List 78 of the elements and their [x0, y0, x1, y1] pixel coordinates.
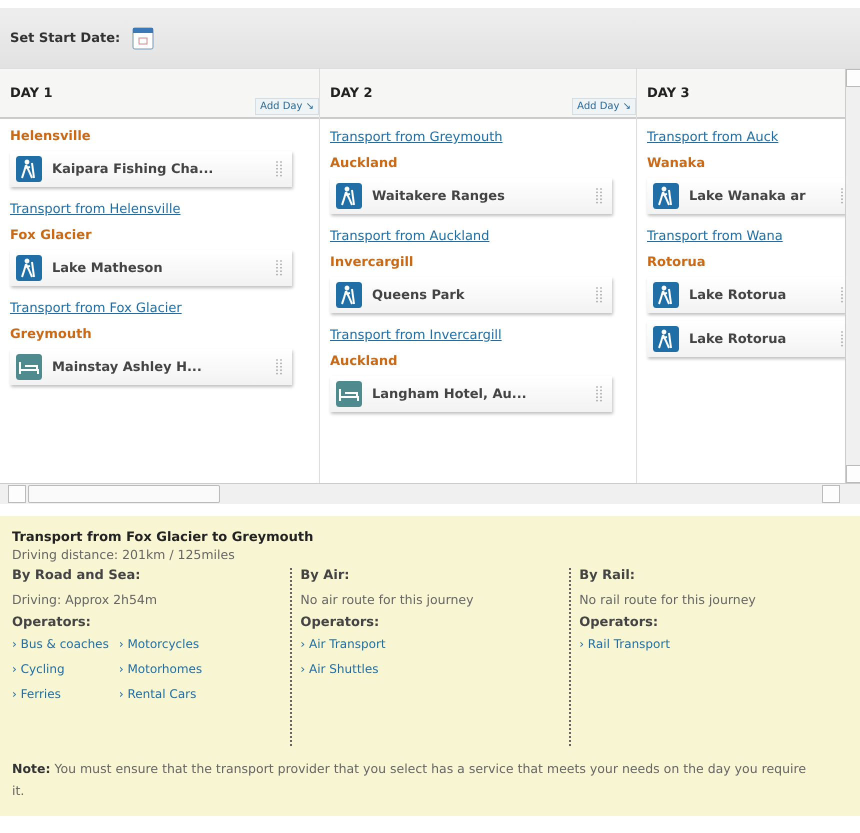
vertical-scrollbar[interactable]	[845, 69, 860, 483]
drag-handle-icon[interactable]	[276, 260, 282, 276]
details-title: Transport from Fox Glacier to Greymouth	[12, 530, 314, 545]
mode-heading: By Rail:	[579, 568, 636, 583]
mode-info: Driving: Approx 2h54m	[12, 591, 158, 609]
transport-link[interactable]: Transport from Fox Glacier	[10, 294, 309, 321]
transport-link[interactable]: Transport from Wana	[647, 222, 835, 249]
operators-label: Operators:	[12, 615, 92, 630]
card-title: Mainstay Ashley H...	[52, 360, 203, 374]
transport-link[interactable]: Transport from Invercargill	[330, 321, 626, 348]
operator-link[interactable]: › Cycling	[12, 657, 109, 682]
operators-label: Operators:	[579, 615, 660, 630]
horizontal-scrollbar[interactable]	[0, 483, 860, 504]
itinerary-card[interactable]: Queens Park	[330, 277, 612, 313]
hiker-icon	[336, 183, 362, 209]
place-name: Invercargill	[330, 254, 414, 272]
operator-link[interactable]: › Rail Transport	[579, 632, 670, 657]
itinerary-card[interactable]: Lake Matheson	[10, 250, 292, 286]
transport-link[interactable]: Transport from Auck	[647, 123, 835, 150]
card-title: Lake Wanaka ar	[689, 188, 806, 204]
hiker-icon	[16, 255, 42, 281]
note-text: Note: You must ensure that the transport provider that you select has a service that meets your needs on the day you require it.	[12, 760, 808, 800]
mode-heading: By Road and Sea:	[12, 568, 142, 583]
hiker-icon	[653, 282, 679, 308]
drag-handle-icon[interactable]	[596, 386, 602, 402]
itinerary-card[interactable]: Lake Rotorua	[647, 277, 845, 313]
itinerary-card[interactable]: Waitakere Ranges	[330, 178, 612, 214]
mode-info: No rail route for this journey	[579, 591, 757, 609]
hiker-icon	[16, 156, 42, 182]
add-day-button[interactable]: Add Day ↘	[255, 98, 319, 115]
hiker-icon	[653, 183, 679, 209]
itinerary-card[interactable]: Kaipara Fishing Cha...	[10, 151, 292, 187]
operator-link[interactable]: › Air Shuttles	[300, 657, 386, 682]
transport-link[interactable]: Transport from Greymouth	[330, 123, 626, 150]
bed-icon	[16, 354, 42, 380]
day-title: DAY 2	[330, 86, 373, 100]
place-name: Auckland	[330, 155, 398, 173]
transport-link[interactable]: Transport from Helensville	[10, 195, 309, 222]
start-date-label: Set Start Date:	[10, 30, 120, 46]
hiker-icon	[336, 282, 362, 308]
operator-link[interactable]: › Rental Cars	[118, 682, 202, 707]
drag-handle-icon[interactable]	[596, 287, 602, 303]
mode-info: No air route for this journey	[300, 591, 475, 609]
itinerary-card[interactable]: Langham Hotel, Au...	[330, 376, 612, 412]
card-title: Queens Park	[372, 288, 466, 302]
card-title: Kaipara Fishing Cha...	[52, 162, 214, 176]
card-title: Waitakere Ranges	[372, 188, 506, 204]
itinerary-card[interactable]: Mainstay Ashley H...	[10, 349, 292, 385]
day-title: DAY 1	[10, 86, 53, 100]
card-title: Lake Rotorua	[689, 332, 788, 346]
operators-label: Operators:	[300, 615, 380, 630]
operator-link[interactable]: › Motorhomes	[118, 657, 202, 682]
drag-handle-icon[interactable]	[276, 161, 282, 177]
bed-icon	[336, 381, 362, 407]
add-day-button[interactable]: Add Day ↘	[572, 98, 636, 115]
operator-link[interactable]: › Air Transport	[300, 632, 386, 657]
card-title: Lake Matheson	[52, 260, 164, 276]
mode-heading: By Air:	[300, 568, 350, 583]
operator-link[interactable]: › Motorcycles	[118, 632, 202, 657]
calendar-icon[interactable]	[132, 26, 154, 50]
day-title: DAY 3	[647, 86, 690, 100]
operator-link[interactable]: › Bus & coaches	[12, 632, 109, 657]
place-name: Wanaka	[647, 155, 706, 173]
drag-handle-icon[interactable]	[276, 359, 282, 375]
place-name: Auckland	[330, 353, 398, 371]
drag-handle-icon[interactable]	[596, 188, 602, 204]
itinerary-card[interactable]: Lake Wanaka ar	[647, 178, 845, 214]
place-name: Fox Glacier	[10, 227, 92, 245]
place-name: Helensville	[10, 128, 92, 146]
distance-text: Driving distance: 201km / 125miles	[12, 547, 236, 562]
transport-link[interactable]: Transport from Auckland	[330, 222, 626, 249]
hiker-icon	[653, 326, 679, 352]
place-name: Rotorua	[647, 254, 707, 272]
operator-link[interactable]: › Ferries	[12, 682, 109, 707]
itinerary-card[interactable]: Lake Rotorua	[647, 321, 845, 357]
card-title: Langham Hotel, Au...	[372, 386, 528, 402]
card-title: Lake Rotorua	[689, 288, 788, 302]
place-name: Greymouth	[10, 326, 93, 344]
